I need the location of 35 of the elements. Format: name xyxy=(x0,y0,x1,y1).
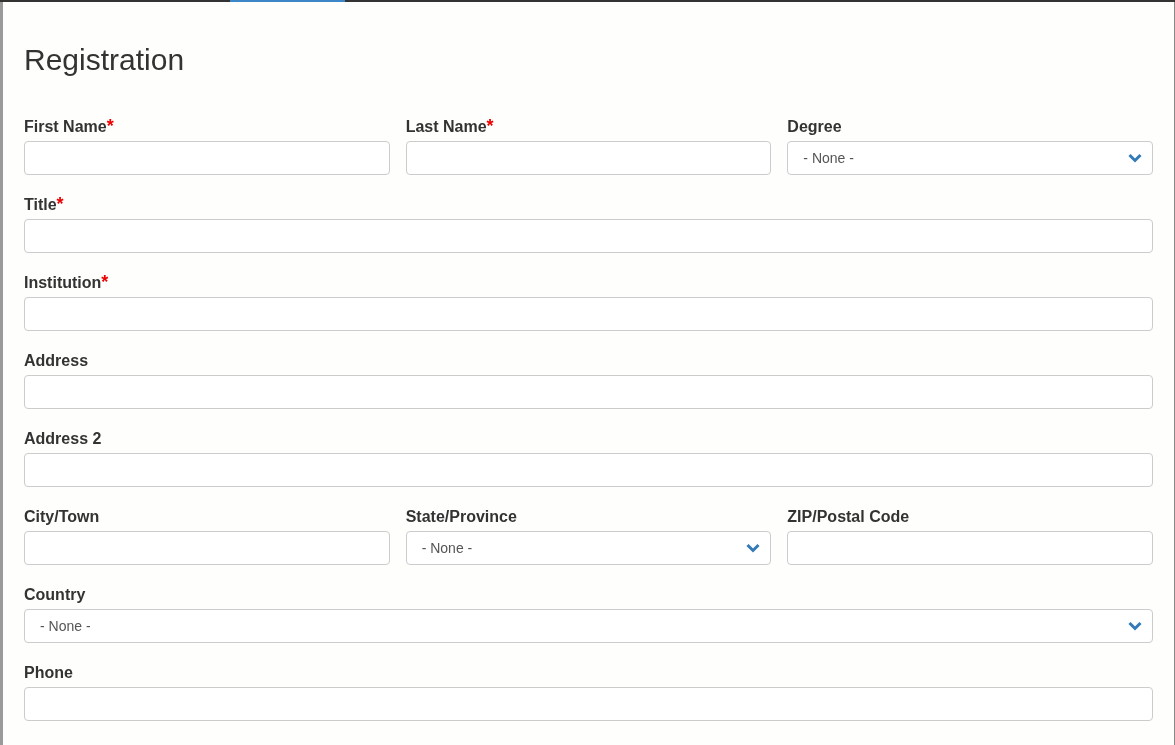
field-label: City/Town xyxy=(24,507,100,527)
field-label: Last Name xyxy=(405,117,487,137)
field-label: Institution xyxy=(24,273,102,293)
text-input-field[interactable] xyxy=(787,531,1153,565)
required-mark: * xyxy=(56,195,64,213)
field-label: ZIP/Postal Code xyxy=(787,507,910,527)
field-label: First Name xyxy=(24,117,107,137)
required-mark: * xyxy=(486,117,494,135)
text-input-field[interactable] xyxy=(24,141,390,175)
select-dropdown[interactable]: - None - xyxy=(787,141,1153,175)
text-input-field[interactable] xyxy=(405,141,772,175)
chevron-down-icon xyxy=(1128,621,1142,631)
select-dropdown[interactable]: - None - xyxy=(24,609,1153,643)
text-input-field[interactable] xyxy=(24,687,1153,721)
text-input-field[interactable] xyxy=(24,453,1153,487)
field-label: State/Province xyxy=(405,507,517,527)
select-dropdown[interactable]: - None - xyxy=(405,531,772,565)
field-label: Address 2 xyxy=(24,429,102,449)
required-mark: * xyxy=(106,117,114,135)
field-label: Address xyxy=(24,351,89,371)
page-title: Registration xyxy=(24,43,186,77)
text-input-field[interactable] xyxy=(24,219,1153,253)
field-label: Phone xyxy=(24,663,73,683)
required-mark: * xyxy=(101,273,109,291)
text-input-field[interactable] xyxy=(24,375,1153,409)
select-value: - None - xyxy=(803,148,854,168)
select-value: - None - xyxy=(40,616,91,636)
chevron-down-icon xyxy=(1128,153,1142,163)
chevron-down-icon xyxy=(746,543,761,553)
select-value: - None - xyxy=(421,538,473,558)
field-label: Degree xyxy=(787,117,842,137)
field-label: Country xyxy=(24,585,86,605)
text-input-field[interactable] xyxy=(24,297,1153,331)
field-label: Title xyxy=(24,195,57,215)
text-input-field[interactable] xyxy=(24,531,390,565)
